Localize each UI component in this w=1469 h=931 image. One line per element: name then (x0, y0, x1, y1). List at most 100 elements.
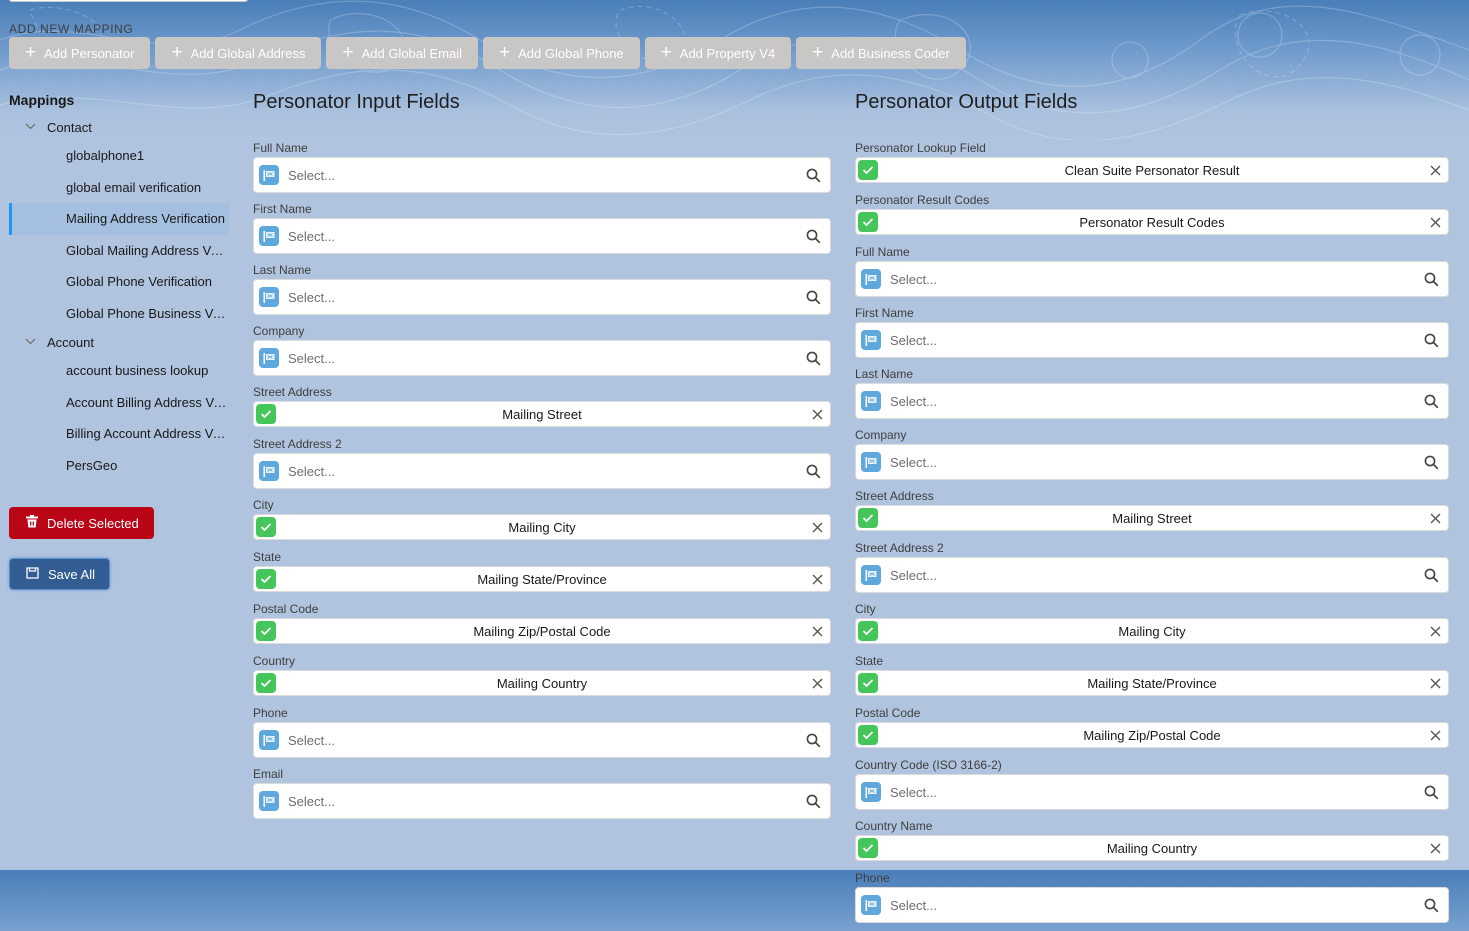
field-lookup-input[interactable]: Select... (253, 157, 831, 193)
search-icon[interactable] (1422, 453, 1440, 471)
add-business-coder-button[interactable]: + Add Business Coder (796, 37, 966, 69)
field-lookup-input[interactable]: Select... (253, 453, 831, 489)
mapped-field-pill[interactable]: Mailing Country (855, 835, 1449, 861)
chevron-down-icon[interactable] (25, 122, 37, 133)
mapped-field-pill[interactable]: Mailing Street (253, 401, 831, 427)
field-lookup-input[interactable]: Select... (855, 383, 1449, 419)
tree-item[interactable]: Mailing Address Verification (9, 203, 229, 235)
search-icon[interactable] (804, 462, 822, 480)
flag-icon (861, 330, 881, 350)
field-label: Company (253, 324, 305, 338)
tree-item[interactable]: Global Phone Verification (9, 266, 229, 298)
mapped-field-pill[interactable]: Mailing City (855, 618, 1449, 644)
field-label: Country Name (855, 819, 933, 833)
field-lookup-input[interactable]: Select... (855, 261, 1449, 297)
field-personator-lookup-field: Personator Lookup Field Clean Suite Perso… (855, 140, 1449, 183)
mapped-field-pill[interactable]: Mailing City (253, 514, 831, 540)
mapped-value: Mailing Street (502, 406, 582, 422)
close-icon[interactable] (808, 518, 826, 536)
search-icon[interactable] (804, 792, 822, 810)
plus-icon: + (342, 41, 354, 63)
tree-item[interactable]: global email verification (9, 172, 229, 204)
mapped-field-pill[interactable]: Mailing Country (253, 670, 831, 696)
mapped-field-pill[interactable]: Clean Suite Personator Result (855, 157, 1449, 183)
search-icon[interactable] (1422, 331, 1440, 349)
tree-item[interactable]: PersGeo (9, 450, 229, 482)
button-label: Add Global Email (361, 45, 463, 61)
close-icon[interactable] (808, 622, 826, 640)
tree-item[interactable]: globalphone1 (9, 140, 229, 172)
plus-icon: + (660, 41, 672, 63)
close-icon[interactable] (1426, 622, 1444, 640)
tree-group-account[interactable]: Account (9, 329, 229, 355)
mapped-value: Clean Suite Personator Result (1064, 162, 1240, 178)
flag-icon (259, 348, 279, 368)
chevron-down-icon[interactable] (25, 337, 37, 348)
mapped-value: Mailing City (1118, 623, 1186, 639)
field-city: City Mailing City (855, 601, 1449, 644)
field-lookup-input[interactable]: Select... (253, 783, 831, 819)
tree-item[interactable]: Global Mailing Address Ver... (9, 235, 229, 267)
mapped-field-pill[interactable]: Personator Result Codes (855, 209, 1449, 235)
close-icon[interactable] (808, 405, 826, 423)
mapped-value: Mailing City (508, 519, 576, 535)
search-icon[interactable] (804, 166, 822, 184)
tree-item[interactable]: Account Billing Address Ve... (9, 387, 229, 419)
select-placeholder: Select... (288, 167, 335, 183)
add-property-v4-button[interactable]: + Add Property V4 (644, 37, 792, 69)
add-global-phone-button[interactable]: + Add Global Phone (483, 37, 640, 69)
tree-group-contact[interactable]: Contact (9, 114, 229, 140)
field-lookup-input[interactable]: Select... (253, 218, 831, 254)
tree-group-label: Contact (47, 119, 92, 135)
add-global-address-button[interactable]: + Add Global Address (155, 37, 322, 69)
search-icon[interactable] (1422, 783, 1440, 801)
search-icon[interactable] (804, 349, 822, 367)
search-icon[interactable] (1422, 566, 1440, 584)
field-lookup-input[interactable]: Select... (855, 444, 1449, 480)
field-lookup-input[interactable]: Select... (855, 322, 1449, 358)
select-placeholder: Select... (288, 463, 335, 479)
add-personator-button[interactable]: + Add Personator (9, 37, 151, 69)
tree-item[interactable]: Billing Account Address Val... (9, 418, 229, 450)
mapped-value: Mailing Zip/Postal Code (473, 623, 611, 639)
tree-group-label: Account (47, 334, 94, 350)
field-lookup-input[interactable]: Select... (253, 340, 831, 376)
tree-item[interactable]: account business lookup (9, 355, 229, 387)
mapped-field-pill[interactable]: Mailing Street (855, 505, 1449, 531)
close-icon[interactable] (1426, 839, 1444, 857)
close-icon[interactable] (1426, 509, 1444, 527)
search-icon[interactable] (1422, 392, 1440, 410)
field-street-address-2: Street Address 2 Select... (855, 540, 1449, 593)
close-icon[interactable] (1426, 674, 1444, 692)
tree-item[interactable]: Global Phone Business Vali... (9, 298, 229, 330)
field-country-code-iso-3166-2: Country Code (ISO 3166-2) Select... (855, 757, 1449, 810)
mapped-field-pill[interactable]: Mailing State/Province (253, 566, 831, 592)
save-all-button[interactable]: Save All (9, 558, 110, 590)
search-icon[interactable] (804, 731, 822, 749)
mapped-field-pill[interactable]: Mailing Zip/Postal Code (253, 618, 831, 644)
field-lookup-input[interactable]: Select... (253, 279, 831, 315)
field-lookup-input[interactable]: Select... (855, 557, 1449, 593)
mapped-field-pill[interactable]: Mailing State/Province (855, 670, 1449, 696)
close-icon[interactable] (1426, 213, 1444, 231)
field-country: Country Mailing Country (253, 653, 831, 696)
field-lookup-input[interactable]: Select... (855, 887, 1449, 923)
close-icon[interactable] (808, 570, 826, 588)
mapped-field-pill[interactable]: Mailing Zip/Postal Code (855, 722, 1449, 748)
search-icon[interactable] (1422, 270, 1440, 288)
top-search-input[interactable] (9, 0, 248, 2)
field-label: Street Address (253, 385, 332, 399)
search-icon[interactable] (804, 288, 822, 306)
add-global-email-button[interactable]: + Add Global Email (326, 37, 479, 69)
delete-selected-button[interactable]: Delete Selected (9, 507, 154, 539)
close-icon[interactable] (808, 674, 826, 692)
button-label: Save All (48, 566, 95, 582)
search-icon[interactable] (1422, 896, 1440, 914)
close-icon[interactable] (1426, 161, 1444, 179)
field-lookup-input[interactable]: Select... (855, 774, 1449, 810)
select-placeholder: Select... (288, 289, 335, 305)
search-icon[interactable] (804, 227, 822, 245)
field-first-name: First Name Select... (855, 305, 1449, 358)
field-lookup-input[interactable]: Select... (253, 722, 831, 758)
close-icon[interactable] (1426, 726, 1444, 744)
